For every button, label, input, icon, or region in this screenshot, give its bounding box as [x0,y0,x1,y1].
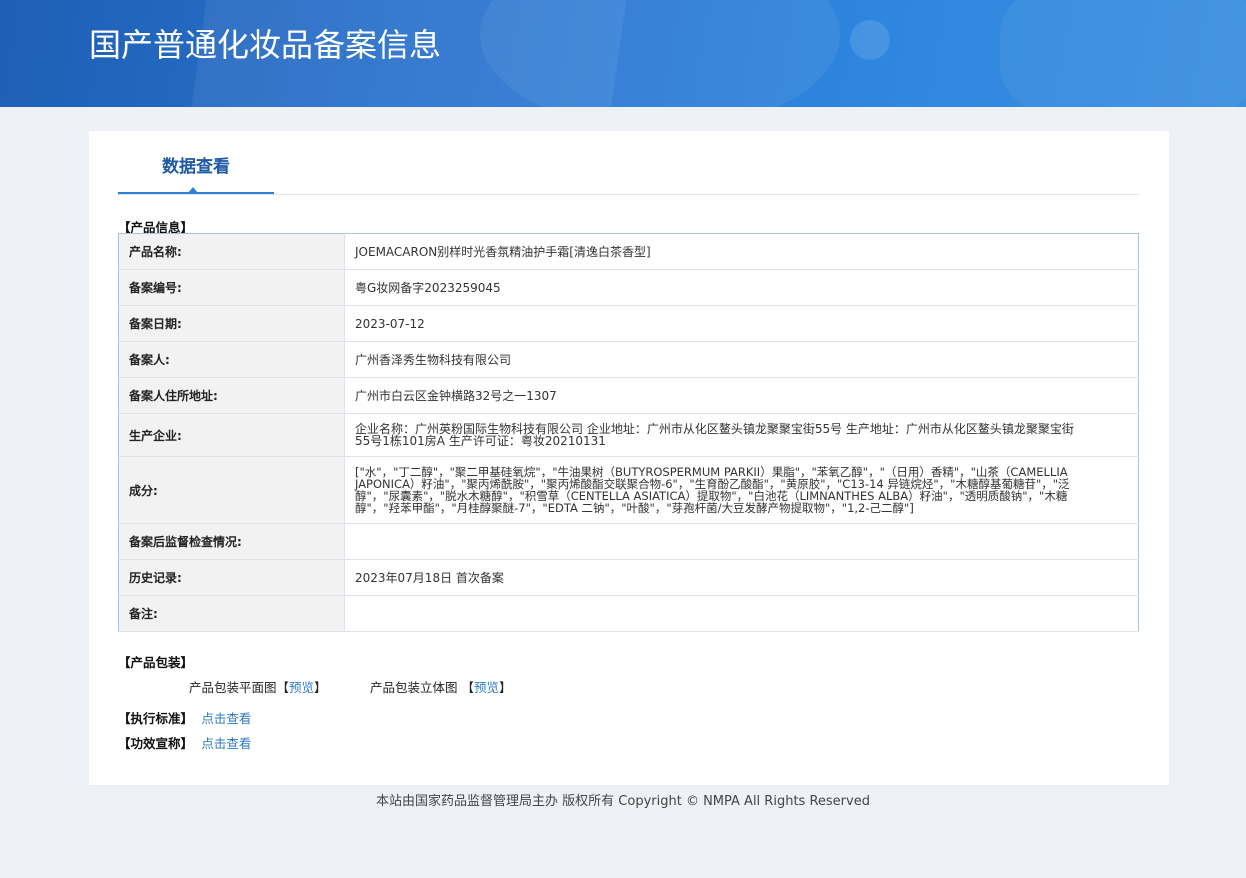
field-label: 历史记录: [118,559,345,596]
banner-decoration [480,0,840,107]
table-row: 备案人: 广州香泽秀生物科技有限公司 [118,341,1139,378]
field-label: 备案人住所地址: [118,377,345,414]
table-row: 备案日期: 2023-07-12 [118,305,1139,342]
field-label: 备案后监督检查情况: [118,523,345,560]
section-title-packaging: 【产品包装】 [118,655,194,670]
product-info-table: 产品名称: JOEMACARON别样时光香氛精油护手霜[清逸白茶香型] 备案编号… [118,233,1139,632]
banner-decoration [1000,0,1246,107]
table-row: 生产企业: 企业名称：广州英粉国际生物科技有限公司 企业地址：广州市从化区鳌头镇… [118,413,1139,457]
header-banner: 国产普通化妆品备案信息 [0,0,1246,107]
section-title-standard: 【执行标准】 [118,711,194,726]
field-label: 产品名称: [118,233,345,270]
bracket-open: 【 [276,680,290,695]
field-value: 2023年07月18日 首次备案 [344,559,1139,596]
table-row: 备案后监督检查情况: [118,523,1139,560]
tab-label: 数据查看 [162,157,230,177]
field-value: 企业名称：广州英粉国际生物科技有限公司 企业地址：广州市从化区鳌头镇龙聚聚宝街5… [344,413,1139,457]
page-title: 国产普通化妆品备案信息 [89,26,442,64]
table-row: 备案编号: 粤G妆网备字2023259045 [118,269,1139,306]
field-value [344,595,1139,632]
footer-copyright: 本站由国家药品监督管理局主办 版权所有 Copyright © NMPA All… [376,794,870,809]
table-row: 备注: [118,595,1139,632]
packaging-solid-label: 产品包装立体图 [370,680,458,695]
standard-row: 【执行标准】 点击查看 [118,708,251,727]
standard-view-link[interactable]: 点击查看 [201,711,251,726]
bracket-close: 】 [499,680,512,695]
efficacy-row: 【功效宣称】 点击查看 [118,733,251,752]
preview-flat-link[interactable]: 预览 [289,680,314,695]
table-row: 成分: ["水"，"丁二醇"，"聚二甲基硅氧烷"，"牛油果树（BUTYROSPE… [118,456,1139,524]
field-label: 成分: [118,456,345,524]
bracket-close: 】 [314,680,327,695]
tab-data-view[interactable]: 数据查看 [118,131,274,194]
field-label: 备案人: [118,341,345,378]
field-label: 备注: [118,595,345,632]
table-row: 产品名称: JOEMACARON别样时光香氛精油护手霜[清逸白茶香型] [118,233,1139,270]
section-title-efficacy: 【功效宣称】 [118,736,194,751]
field-label: 生产企业: [118,413,345,457]
tab-bar: 数据查看 [118,131,1139,195]
preview-solid-link[interactable]: 预览 [474,680,499,695]
banner-decoration [850,20,890,60]
content-card: 数据查看 【产品信息】 产品名称: JOEMACARON别样时光香氛精油护手霜[… [89,131,1169,785]
field-value: 广州市白云区金钟横路32号之一1307 [344,377,1139,414]
field-value: JOEMACARON别样时光香氛精油护手霜[清逸白茶香型] [344,233,1139,270]
packaging-solid-row: 产品包装立体图 【预览】 [370,677,512,696]
field-value: 广州香泽秀生物科技有限公司 [344,341,1139,378]
table-row: 历史记录: 2023年07月18日 首次备案 [118,559,1139,596]
field-label: 备案编号: [118,269,345,306]
field-value: 粤G妆网备字2023259045 [344,269,1139,306]
field-label: 备案日期: [118,305,345,342]
tab-caret-icon [188,187,198,193]
packaging-flat-row: 产品包装平面图【预览】 [189,677,327,696]
field-value: 2023-07-12 [344,305,1139,342]
field-value: ["水"，"丁二醇"，"聚二甲基硅氧烷"，"牛油果树（BUTYROSPERMUM… [344,456,1139,524]
field-value [344,523,1139,560]
packaging-flat-label: 产品包装平面图 [189,680,277,695]
bracket-open: 【 [461,680,475,695]
efficacy-view-link[interactable]: 点击查看 [201,736,251,751]
table-row: 备案人住所地址: 广州市白云区金钟横路32号之一1307 [118,377,1139,414]
